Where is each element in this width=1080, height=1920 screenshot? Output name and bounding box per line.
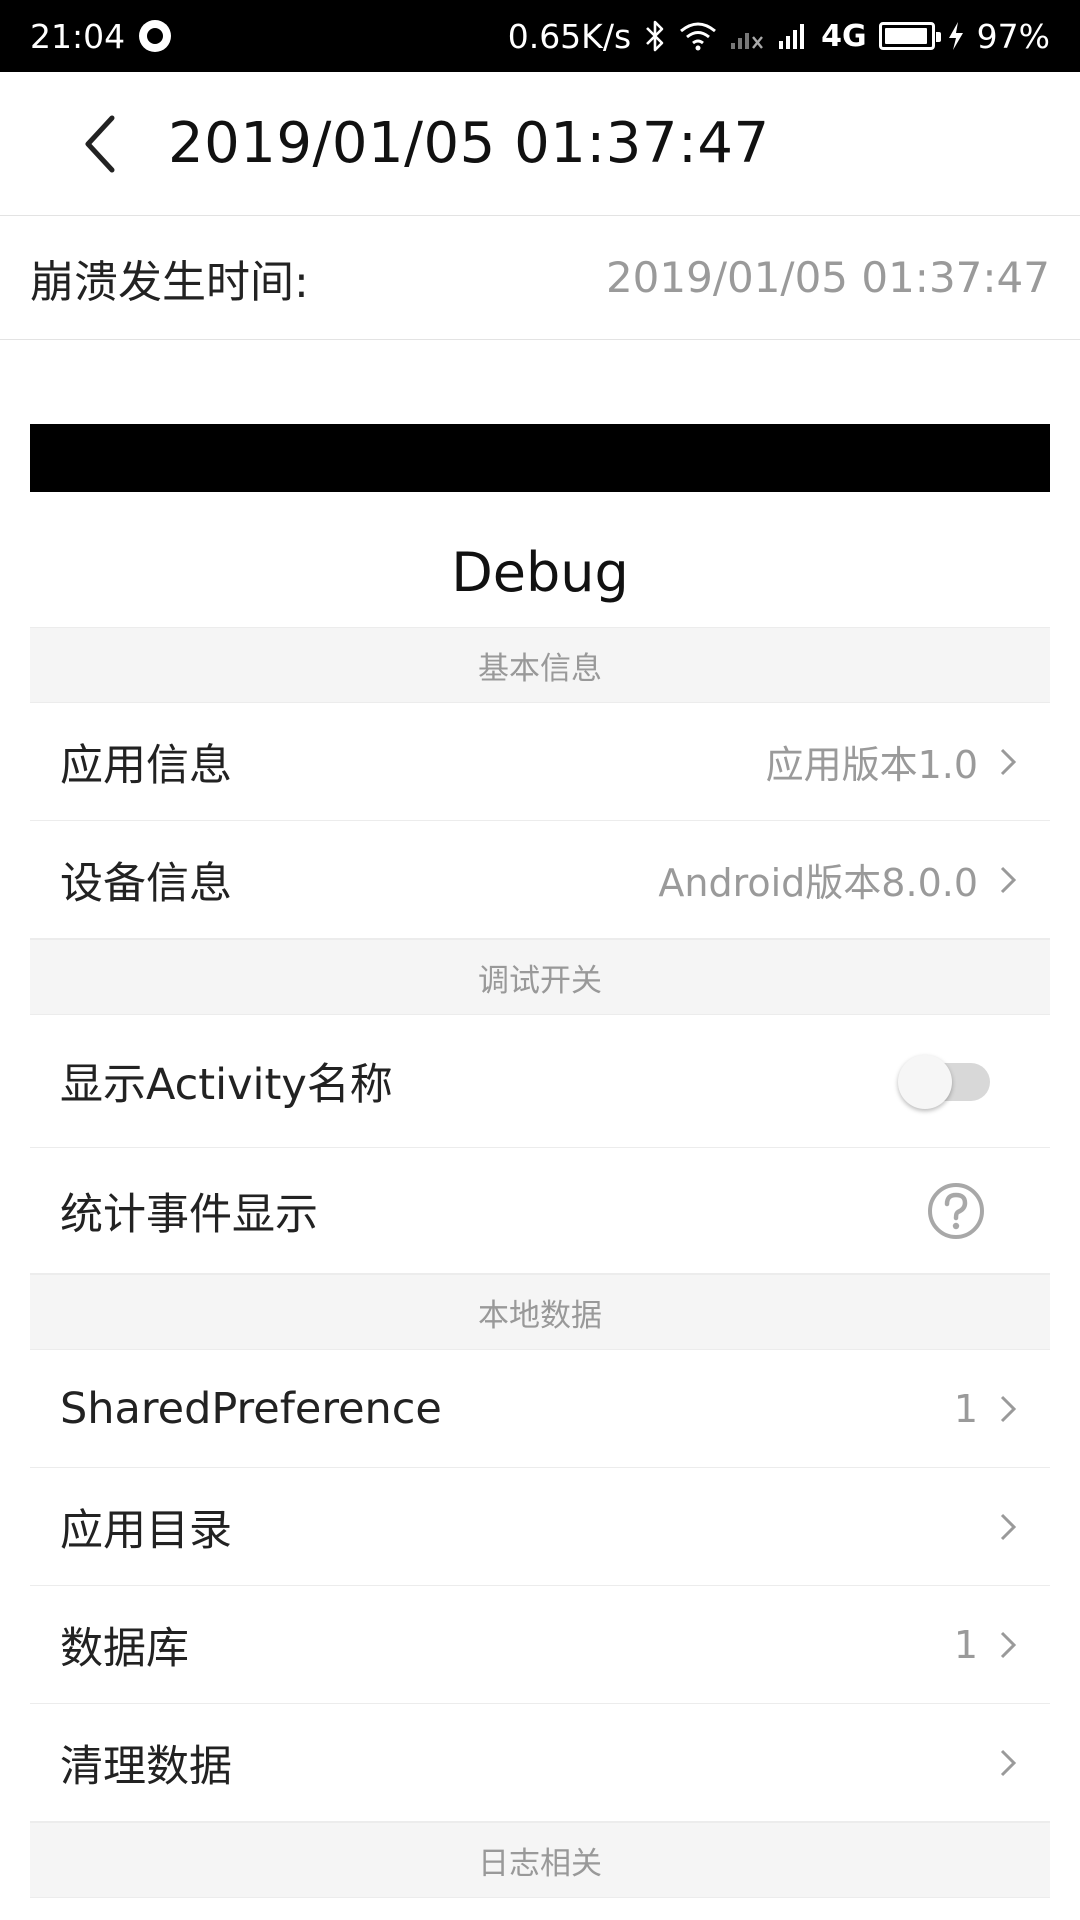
device-info-row[interactable]: 设备信息 Android版本8.0.0 [30,821,1050,939]
device-info-value: Android版本8.0.0 [658,861,978,905]
show-activity-row: 显示Activity名称 [30,1015,1050,1148]
section-header-basic: 基本信息 [30,627,1050,703]
stat-events-row[interactable]: 统计事件显示 [30,1148,1050,1274]
chevron-right-icon [994,1625,1022,1665]
back-button[interactable] [48,94,152,194]
chevron-right-icon [994,742,1022,782]
chevron-right-icon [994,1507,1022,1547]
app-directory-label: 应用目录 [60,1505,232,1556]
bluetooth-icon [643,19,667,53]
redacted-banner [30,424,1050,492]
shared-preference-row[interactable]: SharedPreference 1 [30,1350,1050,1468]
signal-icon [777,21,809,51]
app-info-value: 应用版本1.0 [765,743,978,787]
app-info-label: 应用信息 [60,740,232,791]
crash-time-row: 崩溃发生时间: 2019/01/05 01:37:47 [0,216,1080,340]
section-header-logs: 日志相关 [30,1822,1050,1898]
device-info-label: 设备信息 [60,858,232,909]
debug-title: Debug [451,540,629,604]
crash-time-label: 崩溃发生时间: [30,256,309,308]
battery-percent: 97% [976,16,1050,56]
section-header-local-data: 本地数据 [30,1274,1050,1350]
stat-events-label: 统计事件显示 [60,1189,318,1240]
network-speed: 0.65K/s [507,16,632,56]
app-directory-row[interactable]: 应用目录 [30,1468,1050,1586]
debug-list: 基本信息 应用信息 应用版本1.0 设备信息 Android版本8.0.0 调试… [30,627,1050,1898]
signal-muted-icon [729,21,765,51]
network-type: 4G [821,18,867,54]
clear-data-label: 清理数据 [60,1741,232,1792]
chevron-right-icon [994,1743,1022,1783]
status-bar: 21:04 0.65K/s 4G 97% [0,0,1080,72]
clear-data-row[interactable]: 清理数据 [30,1704,1050,1822]
crash-time-value: 2019/01/05 01:37:47 [605,253,1050,302]
top-bar: 2019/01/05 01:37:47 [0,72,1080,216]
database-row[interactable]: 数据库 1 [30,1586,1050,1704]
help-circle-icon[interactable] [926,1181,986,1241]
page-title: 2019/01/05 01:37:47 [168,111,770,176]
toggle-knob [898,1055,952,1109]
chevron-right-icon [994,860,1022,900]
app-info-row[interactable]: 应用信息 应用版本1.0 [30,703,1050,821]
shared-preference-count: 1 [953,1386,978,1431]
section-header-switches: 调试开关 [30,939,1050,1015]
shared-preference-label: SharedPreference [60,1383,442,1434]
battery-icon [878,22,941,50]
show-activity-toggle[interactable] [898,1053,990,1109]
chevron-right-icon [994,1389,1022,1429]
chevron-left-icon [85,115,115,172]
wifi-icon [679,21,717,51]
database-count: 1 [953,1622,978,1667]
recording-icon [139,20,172,52]
status-time: 21:04 [30,16,126,56]
show-activity-label: 显示Activity名称 [60,1060,393,1110]
charging-icon [947,21,965,51]
database-label: 数据库 [60,1623,189,1674]
